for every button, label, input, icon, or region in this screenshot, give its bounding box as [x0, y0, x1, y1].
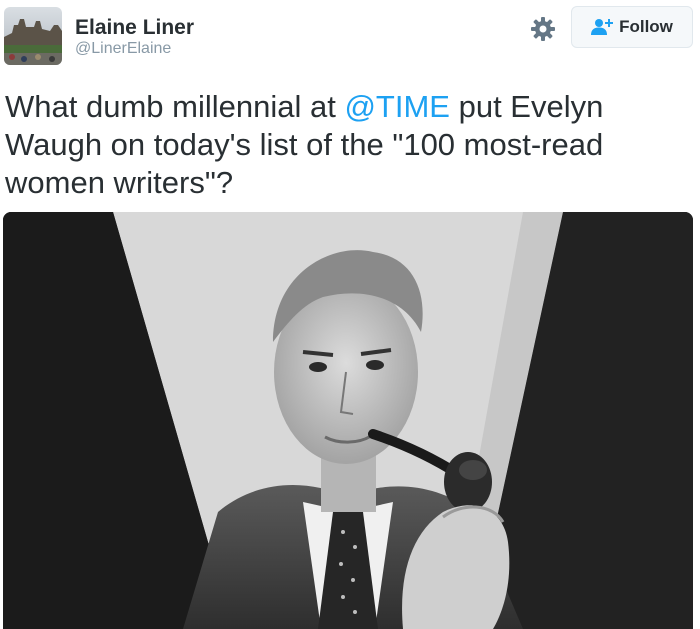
tweet-card: Elaine Liner @LinerElaine Follow What du…: [0, 0, 700, 629]
tweet-mention-link[interactable]: @TIME: [344, 89, 450, 124]
avatar-image: [4, 7, 62, 65]
tweet-photo[interactable]: [3, 212, 693, 629]
gear-icon[interactable]: [529, 15, 557, 43]
user-handle[interactable]: @LinerElaine: [75, 40, 171, 58]
user-name[interactable]: Elaine Liner: [75, 16, 194, 40]
follow-button[interactable]: Follow: [571, 6, 693, 48]
follow-person-plus-icon: [591, 19, 614, 35]
tweet-text-before: What dumb millennial at: [5, 89, 345, 124]
follow-label: Follow: [619, 17, 673, 36]
avatar[interactable]: [4, 7, 62, 65]
tweet-text: What dumb millennial at @TIME put Evelyn…: [5, 88, 695, 202]
portrait-photo: [3, 212, 693, 629]
gear-icon-graphic: [531, 17, 555, 41]
